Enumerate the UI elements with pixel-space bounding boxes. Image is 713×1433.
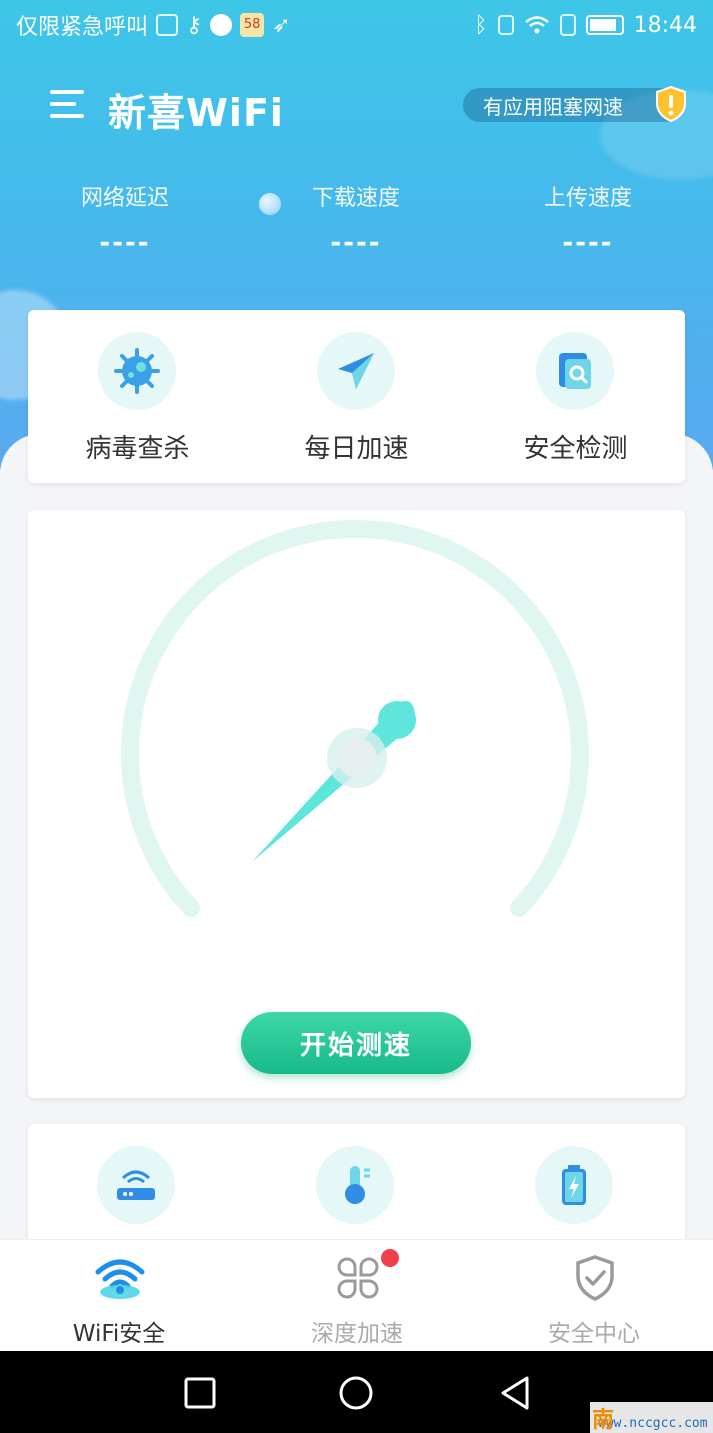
gauge-arc — [121, 519, 589, 917]
menu-button[interactable] — [50, 90, 86, 120]
tab-security-center[interactable]: 安全中心 — [475, 1240, 713, 1352]
metric-latency: 网络延迟 ---- — [25, 180, 225, 258]
tool-daily-boost[interactable]: 每日加速 — [247, 310, 466, 483]
tab-label: WiFi安全 — [72, 1321, 166, 1347]
metric-download: 下载速度 ---- — [256, 180, 456, 258]
status-bar: 仅限紧急呼叫 ⚷ 58 ➶ ᛒ 18:44 — [0, 0, 713, 50]
network-metrics: 网络延迟 ---- 下载速度 ---- 上传速度 ---- — [0, 180, 713, 270]
app-notification-icon — [210, 14, 233, 36]
vibrate-icon — [497, 15, 514, 35]
virus-icon — [98, 332, 176, 410]
metric-value: ---- — [99, 228, 151, 258]
menu-line — [50, 102, 76, 106]
document-search-icon — [536, 332, 614, 410]
sim-icon — [559, 14, 576, 36]
wifi-signal-icon — [524, 16, 549, 34]
activity-icon — [156, 14, 179, 36]
tool-label: 病毒查杀 — [85, 434, 190, 464]
back-button[interactable] — [495, 1373, 535, 1413]
quick-tools-card: 病毒查杀 每日加速 安全检测 — [28, 310, 685, 483]
metric-label: 网络延迟 — [80, 186, 169, 211]
app-title: 新喜WiFi — [108, 91, 284, 135]
tool-security-check[interactable]: 安全检测 — [466, 310, 685, 483]
home-button[interactable] — [336, 1373, 376, 1413]
gauge-center-inner — [337, 738, 377, 778]
start-speed-test-button[interactable]: 开始测速 — [241, 1012, 471, 1074]
battery-icon — [585, 15, 624, 35]
key-icon: ⚷ — [186, 12, 203, 38]
clock-text: 18:44 — [633, 12, 697, 38]
site-watermark: 南 www.nccgcc.com — [590, 1402, 713, 1433]
metric-label: 下载速度 — [311, 186, 400, 211]
battery-icon[interactable] — [535, 1146, 613, 1224]
bluetooth-icon: ᛒ — [474, 12, 488, 38]
router-icon[interactable] — [97, 1146, 175, 1224]
watermark-mark: 南 — [592, 1408, 615, 1433]
alert-text: 有应用阻塞网速 — [483, 94, 623, 119]
blocking-alert-button[interactable]: 有应用阻塞网速 — [463, 86, 686, 122]
rocket-icon: ➶ — [272, 12, 291, 38]
tab-wifi-security[interactable]: WiFi安全 — [0, 1240, 238, 1352]
speed-gauge — [121, 519, 589, 917]
metric-upload: 上传速度 ---- — [488, 180, 688, 258]
recent-apps-button[interactable] — [180, 1373, 220, 1413]
bottom-tab-bar: WiFi安全 深度加速 安全中心 — [0, 1239, 713, 1351]
wifi-icon — [94, 1252, 146, 1304]
tool-virus-scan[interactable]: 病毒查杀 — [28, 310, 247, 483]
apps-grid-icon — [332, 1252, 384, 1304]
tab-deep-boost[interactable]: 深度加速 — [238, 1240, 476, 1352]
tool-label: 安全检测 — [523, 434, 628, 464]
carrier-text: 仅限紧急呼叫 — [16, 15, 149, 40]
speed-test-card: 开始测速 — [28, 510, 685, 1098]
app-header: 新喜WiFi 有应用阻塞网速 — [0, 70, 713, 140]
thermometer-icon[interactable] — [316, 1146, 394, 1224]
metric-value: ---- — [562, 228, 614, 258]
metric-label: 上传速度 — [543, 186, 632, 211]
gauge-needle — [252, 700, 416, 862]
app-58-icon: 58 — [240, 13, 265, 37]
metric-value: ---- — [330, 228, 382, 258]
menu-line — [50, 90, 84, 94]
tool-label: 每日加速 — [304, 434, 409, 464]
notification-dot — [381, 1249, 399, 1267]
tab-label: 安全中心 — [548, 1321, 640, 1347]
warning-shield-icon — [656, 86, 686, 122]
menu-line — [50, 114, 84, 118]
shield-check-icon — [569, 1252, 621, 1304]
watermark-text: www.nccgcc.com — [598, 1416, 708, 1431]
tab-label: 深度加速 — [311, 1321, 403, 1347]
paper-plane-icon — [317, 332, 395, 410]
